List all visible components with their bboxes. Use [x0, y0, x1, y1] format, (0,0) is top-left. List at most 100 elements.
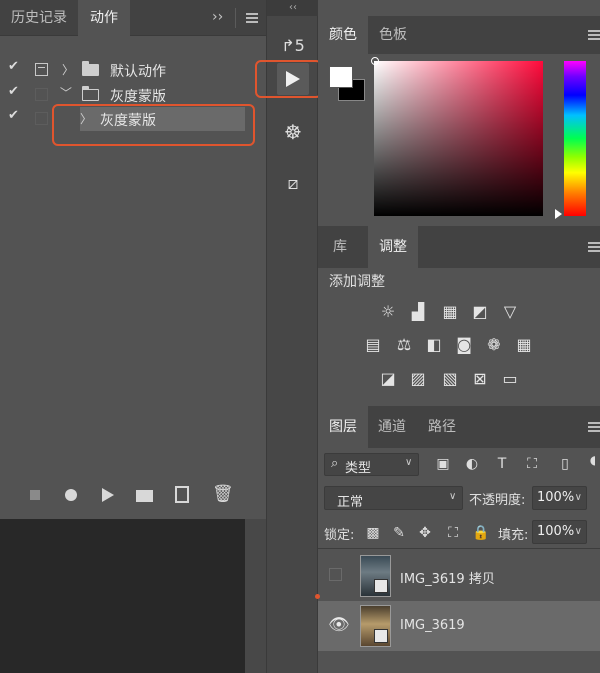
action-set-label: 灰度蒙版: [110, 89, 166, 105]
curves-icon[interactable]: ▦: [439, 302, 461, 322]
annotation-highlight: [255, 60, 322, 98]
layers-tabbar: 图层 通道 路径: [318, 406, 600, 448]
color-balance-icon[interactable]: ⚖: [393, 335, 415, 355]
adjustments-tabbar: 库 调整: [318, 226, 600, 268]
layer-row[interactable]: 👁 IMG_3619: [318, 601, 600, 651]
black-white-icon[interactable]: ◧: [423, 335, 445, 355]
fill-input[interactable]: 100% ∨: [532, 520, 587, 544]
lock-all-icon[interactable]: 🔒: [472, 525, 490, 541]
history-brush-icon[interactable]: ↱5: [277, 30, 309, 62]
tab-channels[interactable]: 通道: [368, 406, 416, 448]
levels-icon[interactable]: ▟: [407, 302, 429, 322]
action-set-row[interactable]: ✔ 〉 默认动作: [0, 58, 266, 82]
panel-menu-icon[interactable]: [588, 422, 600, 432]
tab-paths[interactable]: 路径: [416, 406, 468, 448]
opacity-label: 不透明度:: [469, 493, 526, 508]
layer-name[interactable]: IMG_3619 拷贝: [400, 568, 495, 587]
chevron-down-icon: ∨: [574, 526, 582, 537]
scrollbar-track[interactable]: [245, 519, 266, 673]
checkmark-icon[interactable]: ✔: [8, 59, 19, 74]
opacity-value: 100%: [537, 490, 575, 505]
color-lookup-icon[interactable]: ▦: [513, 335, 535, 355]
tab-history[interactable]: 历史记录: [0, 0, 78, 36]
checkmark-icon[interactable]: ✔: [8, 84, 19, 99]
lock-label: 锁定:: [324, 528, 355, 543]
visibility-toggle[interactable]: [329, 568, 342, 581]
hue-slider-handle[interactable]: [555, 209, 562, 219]
hue-slider[interactable]: [564, 61, 586, 216]
foreground-color-swatch[interactable]: [329, 66, 353, 88]
invert-icon[interactable]: ◪: [377, 369, 399, 389]
panel-menu-icon[interactable]: [588, 242, 600, 252]
blend-mode-select[interactable]: 正常 ∨: [324, 486, 463, 510]
new-action-icon[interactable]: [175, 486, 189, 503]
hue-saturation-icon[interactable]: ▤: [362, 335, 384, 355]
filter-shape-icon[interactable]: ⛶: [523, 456, 541, 472]
chevron-down-icon: ∨: [449, 491, 457, 502]
photo-filter-icon[interactable]: ◙: [453, 335, 475, 355]
dialog-toggle-icon[interactable]: [35, 88, 48, 101]
posterize-icon[interactable]: ▨: [407, 369, 429, 389]
paths-icon[interactable]: ⧄: [277, 168, 309, 200]
dialog-toggle-icon[interactable]: [35, 112, 48, 125]
filter-smart-object-icon[interactable]: ▯: [556, 456, 574, 472]
action-set-label: 默认动作: [110, 64, 166, 80]
annotation-highlight: [52, 104, 255, 146]
tab-libraries[interactable]: 库: [318, 226, 362, 268]
add-adjustment-title: 添加调整: [329, 274, 385, 290]
vibrance-icon[interactable]: ▽: [499, 302, 521, 322]
layer-row[interactable]: IMG_3619 拷贝: [318, 551, 600, 601]
smart-object-badge-icon: [374, 579, 388, 593]
collapse-arrows-icon[interactable]: ‹‹: [267, 0, 319, 16]
fill-value: 100%: [537, 524, 575, 539]
selective-color-icon[interactable]: ⊠: [469, 369, 491, 389]
tab-swatches[interactable]: 色板: [368, 16, 418, 54]
actions-tabbar: 历史记录 动作 ››: [0, 0, 266, 36]
gradient-map-icon[interactable]: ▭: [499, 369, 521, 389]
indicator-dot: [315, 594, 320, 599]
blend-mode-value: 正常: [337, 495, 364, 510]
filter-adjustment-icon[interactable]: ◐: [463, 456, 481, 472]
folder-open-icon: [82, 86, 99, 101]
chevron-right-icon[interactable]: 〉: [62, 61, 74, 78]
opacity-input[interactable]: 100% ∨: [532, 486, 587, 510]
chevron-down-icon: ∨: [574, 492, 582, 503]
filter-toggle-icon[interactable]: ◖: [584, 452, 600, 468]
eye-icon[interactable]: 👁: [328, 615, 350, 635]
trash-icon[interactable]: 🗑: [212, 484, 234, 504]
layer-name[interactable]: IMG_3619: [400, 618, 465, 633]
lock-artboard-icon[interactable]: ⛶: [444, 525, 462, 541]
play-icon[interactable]: [102, 488, 114, 502]
tab-color[interactable]: 颜色: [318, 16, 368, 54]
canvas-area: [0, 519, 245, 673]
threshold-icon[interactable]: ▧: [439, 369, 461, 389]
layers-divider: [318, 548, 600, 549]
filter-kind-label: 类型: [345, 461, 372, 476]
expand-panel-icon[interactable]: ››: [212, 9, 223, 25]
brightness-contrast-icon[interactable]: ☼: [377, 302, 399, 322]
dialog-toggle-icon[interactable]: [35, 63, 48, 76]
tab-layers[interactable]: 图层: [318, 406, 368, 448]
filter-pixel-icon[interactable]: ▣: [434, 456, 452, 472]
lock-paint-icon[interactable]: ✎: [390, 525, 408, 541]
color-field[interactable]: [374, 61, 543, 216]
checkmark-icon[interactable]: ✔: [8, 108, 19, 123]
stop-icon[interactable]: [30, 490, 40, 500]
tab-actions[interactable]: 动作: [78, 0, 130, 36]
channel-mixer-icon[interactable]: ❁: [483, 335, 505, 355]
smart-object-badge-icon: [374, 629, 388, 643]
chevron-down-icon[interactable]: 〉: [58, 86, 75, 98]
layer-filter-select[interactable]: ⌕ 类型 ∨: [324, 453, 419, 476]
panel-menu-icon[interactable]: [588, 30, 600, 40]
new-set-folder-icon[interactable]: [136, 490, 153, 502]
record-icon[interactable]: [65, 489, 77, 501]
panel-menu-icon[interactable]: [246, 13, 258, 23]
tab-adjustments[interactable]: 调整: [368, 226, 418, 268]
color-picker-cursor[interactable]: [371, 57, 379, 65]
filter-type-icon[interactable]: T: [493, 456, 511, 472]
tab-divider: [235, 8, 236, 28]
exposure-icon[interactable]: ◩: [469, 302, 491, 322]
navigator-wheel-icon[interactable]: ☸: [277, 116, 309, 148]
lock-position-icon[interactable]: ✥: [416, 525, 434, 541]
lock-transparent-icon[interactable]: ▩: [364, 525, 382, 541]
